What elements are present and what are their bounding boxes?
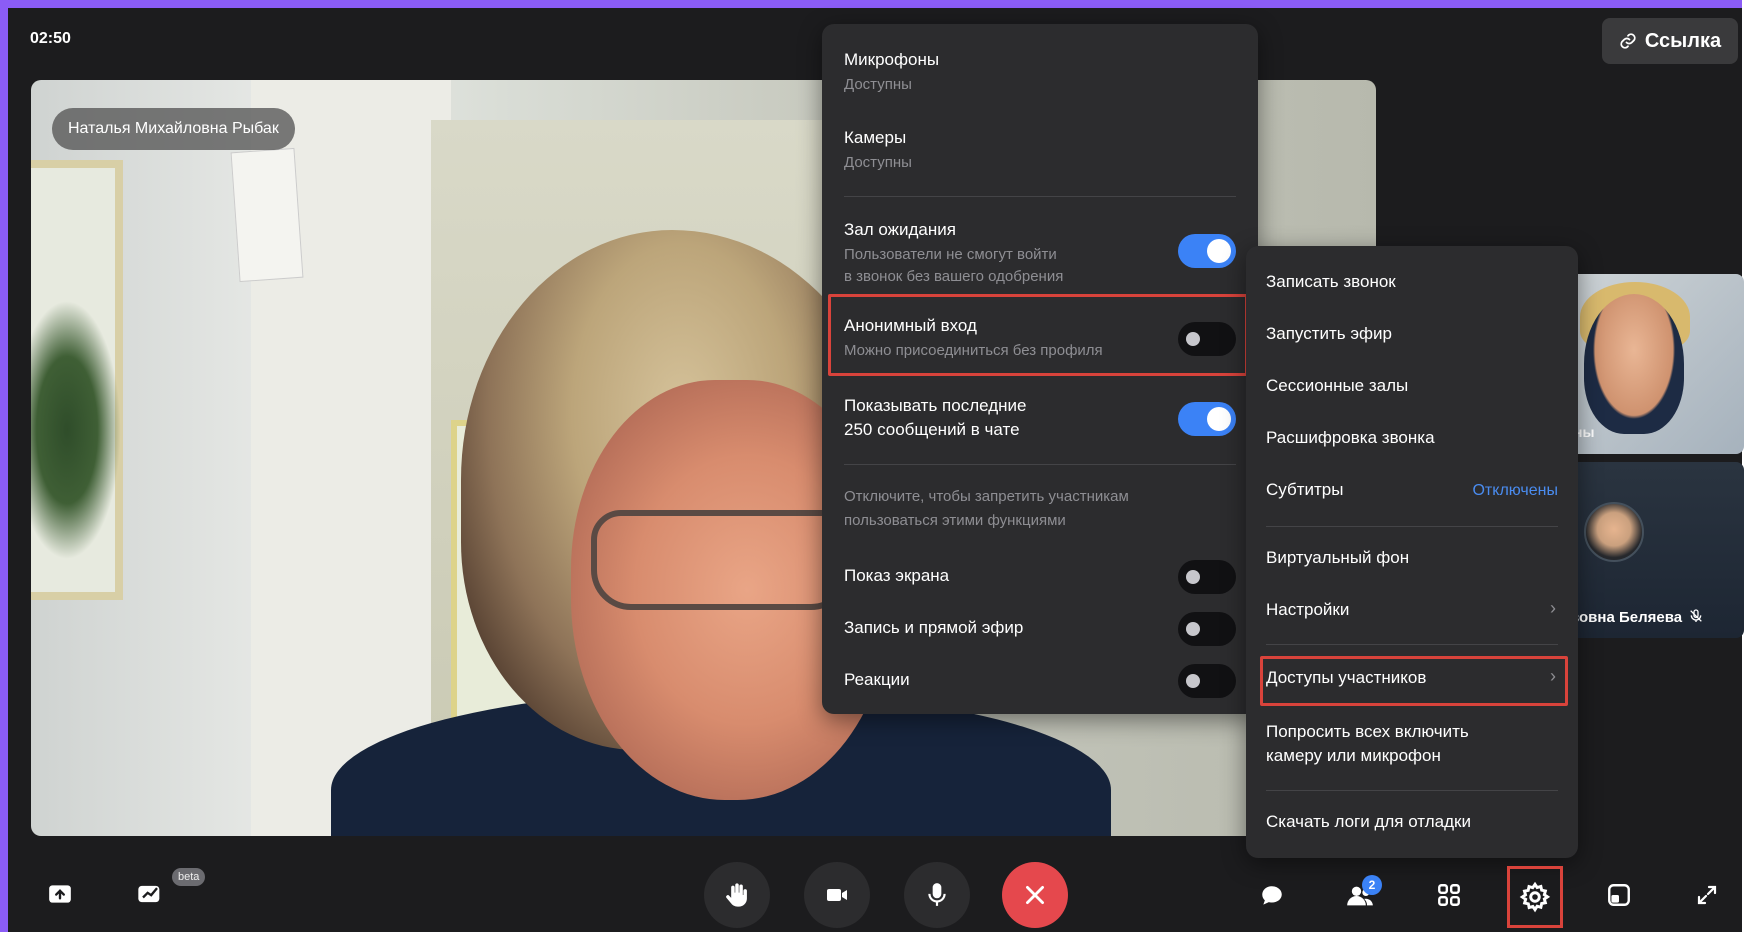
participant-permissions-menu: Микрофоны Доступны Камеры Доступны Зал о… xyxy=(822,24,1258,714)
hint-line1: Отключите, чтобы запретить участникам xyxy=(844,488,1129,505)
ask-all-line2[interactable]: камеру или микрофон xyxy=(1266,746,1441,766)
anonymous-entry-desc: Можно присоединиться без профиля xyxy=(844,342,1103,359)
thumbnail-name: вовна Беляева xyxy=(1570,609,1683,626)
record-stream-title: Запись и прямой эфир xyxy=(844,618,1024,637)
grid-icon xyxy=(1438,884,1460,906)
call-timer: 02:50 xyxy=(30,30,71,47)
chat-button[interactable] xyxy=(1256,880,1288,912)
show-messages-toggle[interactable] xyxy=(1178,402,1236,436)
start-stream-item[interactable]: Запустить эфир xyxy=(1266,324,1392,344)
beta-badge: beta xyxy=(172,868,206,886)
record-call-item[interactable]: Записать звонок xyxy=(1266,272,1396,292)
expand-icon xyxy=(1697,885,1717,905)
toggle-knob xyxy=(1186,332,1200,346)
record-stream-toggle[interactable] xyxy=(1178,612,1236,646)
participant-access-item[interactable]: Доступы участников xyxy=(1266,668,1426,688)
anonymous-entry-title: Анонимный вход xyxy=(844,316,977,335)
reactions-toggle[interactable] xyxy=(1178,664,1236,698)
divider xyxy=(844,196,1236,197)
end-call-button[interactable] xyxy=(1002,862,1068,928)
divider xyxy=(844,464,1236,465)
microphones-status: Доступны xyxy=(844,76,912,93)
link-icon xyxy=(1620,33,1636,49)
pip-icon xyxy=(1608,884,1630,906)
link-button-label: Ссылка xyxy=(1644,29,1722,52)
chevron-right-icon: › xyxy=(1550,598,1556,618)
screen-share-title: Показ экрана xyxy=(844,566,950,585)
video-background-note xyxy=(230,147,304,283)
gear-icon xyxy=(1519,881,1551,913)
bottom-edge xyxy=(0,932,1754,938)
camera-button[interactable] xyxy=(804,862,870,928)
cameras-status: Доступны xyxy=(844,154,912,171)
whiteboard-button[interactable] xyxy=(132,878,168,910)
layout-grid-button[interactable] xyxy=(1434,880,1464,910)
thumbnail-face xyxy=(1584,294,1684,434)
divider xyxy=(1266,644,1558,645)
microphone-button[interactable] xyxy=(904,862,970,928)
thumbnail-label: вовна Беляева xyxy=(1570,608,1704,626)
thumbnail-avatar xyxy=(1584,502,1644,562)
toggle-knob xyxy=(1207,239,1231,263)
settings-item[interactable]: Настройки xyxy=(1266,600,1349,620)
cameras-title: Камеры xyxy=(844,128,907,147)
picture-in-picture-button[interactable] xyxy=(1604,880,1634,910)
reactions-title: Реакции xyxy=(844,670,910,689)
mic-muted-icon xyxy=(1690,609,1703,622)
show-messages-line2: 250 сообщений в чате xyxy=(844,420,1020,439)
toggle-knob xyxy=(1186,674,1200,688)
divider xyxy=(1266,790,1558,791)
toggle-knob xyxy=(1207,407,1231,431)
waiting-room-desc-1: Пользователи не смогут войти xyxy=(844,246,1057,263)
upload-icon xyxy=(49,885,71,903)
raise-hand-button[interactable] xyxy=(704,862,770,928)
more-settings-menu: Записать звонок Запустить эфир Сессионны… xyxy=(1246,246,1578,858)
transcription-item[interactable]: Расшифровка звонка xyxy=(1266,428,1435,448)
ask-all-line1[interactable]: Попросить всех включить xyxy=(1266,722,1469,742)
hand-icon xyxy=(726,883,747,907)
chat-icon xyxy=(1262,886,1282,905)
subtitles-status: Отключены xyxy=(1472,482,1558,499)
toggle-knob xyxy=(1186,622,1200,636)
participants-count-badge: 2 xyxy=(1362,875,1382,895)
chevron-right-icon: › xyxy=(1550,666,1556,686)
microphones-title: Микрофоны xyxy=(844,50,940,69)
settings-button[interactable] xyxy=(1518,880,1552,914)
camera-icon xyxy=(827,889,847,901)
divider xyxy=(1266,526,1558,527)
participant-thumbnail-2[interactable]: вовна Беляева xyxy=(1570,462,1744,638)
show-messages-line1: Показывать последние xyxy=(844,396,1027,415)
anonymous-entry-toggle[interactable] xyxy=(1178,322,1236,356)
close-icon xyxy=(1026,886,1044,904)
participant-name-chip: Наталья Михайловна Рыбак xyxy=(52,108,295,150)
subtitles-item[interactable]: Субтитры xyxy=(1266,480,1343,500)
participant-thumbnail-1[interactable]: ны xyxy=(1570,274,1744,454)
share-screen-button[interactable] xyxy=(44,878,76,910)
toggle-knob xyxy=(1186,570,1200,584)
video-background-plant xyxy=(31,300,121,560)
waiting-room-desc-2: в звонок без вашего одобрения xyxy=(844,268,1064,285)
download-logs-item[interactable]: Скачать логи для отладки xyxy=(1266,812,1471,832)
hint-line2: пользоваться этими функциями xyxy=(844,512,1066,529)
fullscreen-button[interactable] xyxy=(1692,880,1722,910)
waiting-room-title: Зал ожидания xyxy=(844,220,956,239)
screen-share-toggle[interactable] xyxy=(1178,560,1236,594)
pen-board-icon xyxy=(138,885,160,903)
link-button[interactable]: Ссылка xyxy=(1602,18,1738,64)
microphone-icon xyxy=(928,883,946,906)
virtual-background-item[interactable]: Виртуальный фон xyxy=(1266,548,1409,568)
participant-glasses xyxy=(591,510,851,610)
waiting-room-toggle[interactable] xyxy=(1178,234,1236,268)
session-rooms-item[interactable]: Сессионные залы xyxy=(1266,376,1408,396)
